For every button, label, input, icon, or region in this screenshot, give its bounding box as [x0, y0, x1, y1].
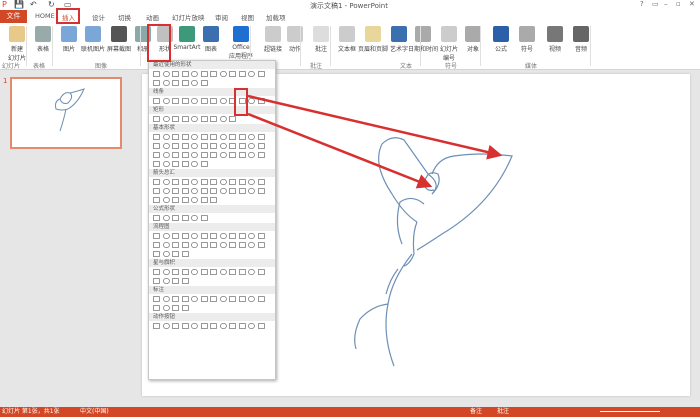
arrow-to-petal	[247, 112, 433, 189]
arrow-to-leaf	[247, 94, 503, 160]
annotation-arrows	[247, 94, 503, 189]
